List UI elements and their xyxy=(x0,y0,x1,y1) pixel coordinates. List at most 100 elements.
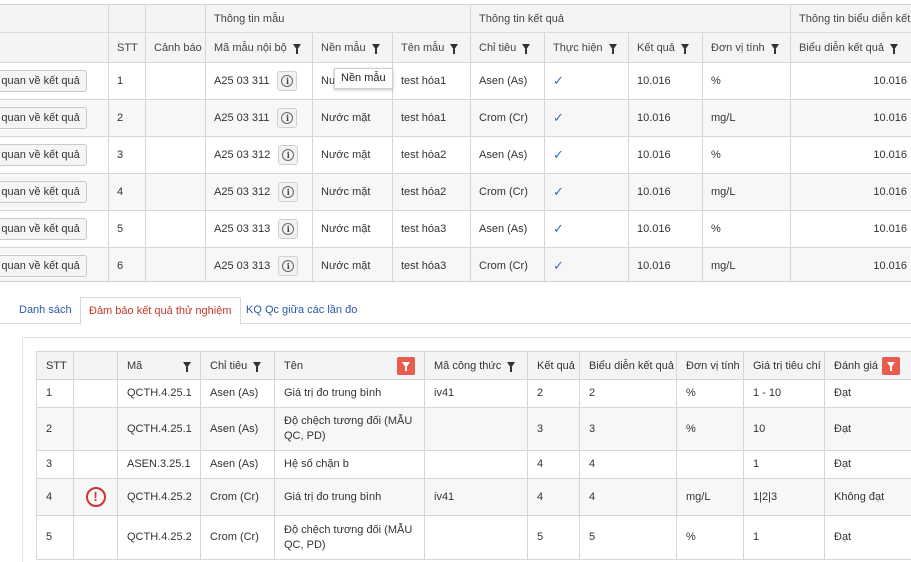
col-code[interactable]: Mã xyxy=(117,351,201,380)
formula-cell: iv41 xyxy=(424,379,528,408)
table-row[interactable]: ổng quan về kết quả 3 A25 03 312 i Nước mặtt… xyxy=(0,136,911,174)
table-row[interactable]: 1 QCTH.4.25.1 Asen (As) Giá trị đo trung bì… xyxy=(36,379,911,408)
sample-name-cell: test hóa1 xyxy=(392,99,471,137)
overview-button[interactable]: ổng quan về kết quả xyxy=(0,255,87,277)
info-button[interactable]: i xyxy=(277,108,298,128)
indicator-cell: Asen (As) xyxy=(470,62,545,100)
col-formula[interactable]: Mã công thức xyxy=(424,351,528,380)
filter-icon[interactable] xyxy=(608,43,617,54)
active-filter-icon[interactable] xyxy=(397,356,415,375)
stt-cell: 4 xyxy=(108,173,146,211)
filter-icon[interactable] xyxy=(522,43,531,54)
display-cell: 3 xyxy=(579,407,677,451)
col-indicator[interactable]: Chỉ tiêu xyxy=(200,351,275,380)
table-row[interactable]: ổng quan về kết quả 6 A25 03 313 i Nước mặtt… xyxy=(0,247,911,281)
table-row[interactable]: 4! QCTH.4.25.2 Crom (Cr) Giá trị đo trung b… xyxy=(36,478,911,516)
col-display-result[interactable]: Biểu diễn kết quả xyxy=(790,32,911,63)
result-cell: 3 xyxy=(527,407,580,451)
exclamation-icon[interactable]: ! xyxy=(85,487,106,507)
overview-button[interactable]: ổng quan về kết quả xyxy=(0,107,87,129)
stt-cell: 4 xyxy=(36,478,74,516)
table-row[interactable]: ổng quan về kết quả 2 A25 03 311 i Nước mặtt… xyxy=(0,99,911,137)
filter-icon[interactable] xyxy=(183,361,191,372)
info-button[interactable]: i xyxy=(277,71,298,91)
overview-button[interactable]: ổng quan về kết quả xyxy=(0,218,87,240)
stt-cell: 3 xyxy=(36,450,74,479)
sample-code-cell: A25 03 311 i xyxy=(205,99,313,137)
col-matrix[interactable]: Nền mẫu xyxy=(312,32,393,63)
overview-button[interactable]: ổng quan về kết quả xyxy=(0,181,87,203)
col-unit[interactable]: Đơn vị tính xyxy=(701,32,792,63)
tab-qc-between-runs[interactable]: KQ Qc giữa các lần đo xyxy=(238,297,365,324)
table-row[interactable]: ổng quan về kết quả 5 A25 03 313 i Nước mặtt… xyxy=(0,210,911,248)
tab-result-assurance[interactable]: Đảm bảo kết quả thử nghiệm xyxy=(80,297,241,325)
result-cell: 5 xyxy=(527,515,580,560)
unit-cell: % xyxy=(701,62,792,100)
table-row[interactable]: ổng quan về kết quả1A25 03 311iNutest hó… xyxy=(0,62,911,100)
sample-code: A25 03 313 xyxy=(214,259,271,272)
filter-icon[interactable] xyxy=(371,43,380,54)
display-cell: 2 xyxy=(579,379,677,408)
check-icon: ✓ xyxy=(544,173,629,211)
filter-icon[interactable] xyxy=(890,43,899,54)
name-cell: Hệ số chặn b xyxy=(274,450,425,479)
info-icon: i xyxy=(282,186,295,198)
sample-code-cell: A25 03 312 i xyxy=(205,173,313,211)
overview-button[interactable]: ổng quan về kết quả xyxy=(0,144,87,166)
sample-code: A25 03 313 xyxy=(214,222,271,235)
evaluation-cell: Đạt xyxy=(824,379,911,408)
filter-icon[interactable] xyxy=(680,43,689,54)
table-row[interactable]: ổng quan về kết quả 4 A25 03 312 i Nước mặtt… xyxy=(0,173,911,211)
col-indicator[interactable]: Chỉ tiêu xyxy=(470,32,545,63)
col-name[interactable]: Tên xyxy=(274,351,425,380)
info-button[interactable]: i xyxy=(278,256,299,276)
header-blank xyxy=(0,32,109,63)
col-sample-name[interactable]: Tên mẫu xyxy=(392,32,471,63)
table-row[interactable]: 5 QCTH.4.25.2 Crom (Cr) Độ chệch tương đối … xyxy=(36,515,911,560)
info-icon: i xyxy=(281,112,294,124)
unit-cell: % xyxy=(676,407,744,451)
warning-cell xyxy=(145,136,206,174)
display-result-cell: 10.016 xyxy=(790,99,911,137)
matrix-cell: Nước mặt xyxy=(312,99,393,137)
tab-list[interactable]: Danh sách xyxy=(11,297,80,324)
display-cell: 4 xyxy=(579,450,677,479)
sample-code: A25 03 311 xyxy=(214,111,270,124)
filter-icon[interactable] xyxy=(292,43,301,54)
matrix-cell: Nước mặt xyxy=(312,173,393,211)
sample-code: A25 03 311 xyxy=(214,74,270,87)
indicator-cell: Asen (As) xyxy=(470,136,545,174)
indicator-cell: Crom (Cr) xyxy=(200,515,275,560)
table-row[interactable]: 3 ASEN.3.25.1 Asen (As) Hệ số chặn b 4 4 1 Đạt xyxy=(36,450,911,479)
indicator-cell: Asen (As) xyxy=(200,450,275,479)
col-performed[interactable]: Thực hiện xyxy=(544,32,629,63)
display-cell: 5 xyxy=(579,515,677,560)
info-button[interactable]: i xyxy=(278,145,299,165)
stt-cell: 1 xyxy=(108,62,146,100)
warning-cell xyxy=(73,407,118,451)
matrix-cell: Nước mặt xyxy=(312,136,393,174)
matrix-cell: Nước mặt xyxy=(312,247,393,281)
indicator-cell: Crom (Cr) xyxy=(470,173,545,211)
filter-icon[interactable] xyxy=(450,43,459,54)
sample-name-cell: test hóa3 xyxy=(392,247,471,281)
indicator-cell: Crom (Cr) xyxy=(470,247,545,281)
info-button[interactable]: i xyxy=(278,182,299,202)
table-row[interactable]: 2 QCTH.4.25.1 Asen (As) Độ chệch tương đối … xyxy=(36,407,911,451)
overview-button[interactable]: ổng quan về kết quả xyxy=(0,70,87,92)
filter-icon[interactable] xyxy=(507,361,516,372)
warning-cell xyxy=(145,62,206,100)
warning-cell: ! xyxy=(73,478,118,516)
info-button[interactable]: i xyxy=(278,219,299,239)
col-evaluation[interactable]: Đánh giá xyxy=(824,351,911,380)
col-result[interactable]: Kết quả xyxy=(628,32,703,63)
stt-cell: 2 xyxy=(36,407,74,451)
col-sample-code[interactable]: Mã mẫu nội bộ xyxy=(205,32,313,63)
indicator-cell: Crom (Cr) xyxy=(470,99,545,137)
filter-icon[interactable] xyxy=(253,361,262,372)
active-filter-icon[interactable] xyxy=(882,356,901,375)
sample-code-cell: A25 03 311 i xyxy=(205,62,313,100)
filter-icon[interactable] xyxy=(770,43,779,54)
overview-cell: ổng quan về kết quả xyxy=(0,173,109,211)
stt-cell: 5 xyxy=(36,515,74,560)
